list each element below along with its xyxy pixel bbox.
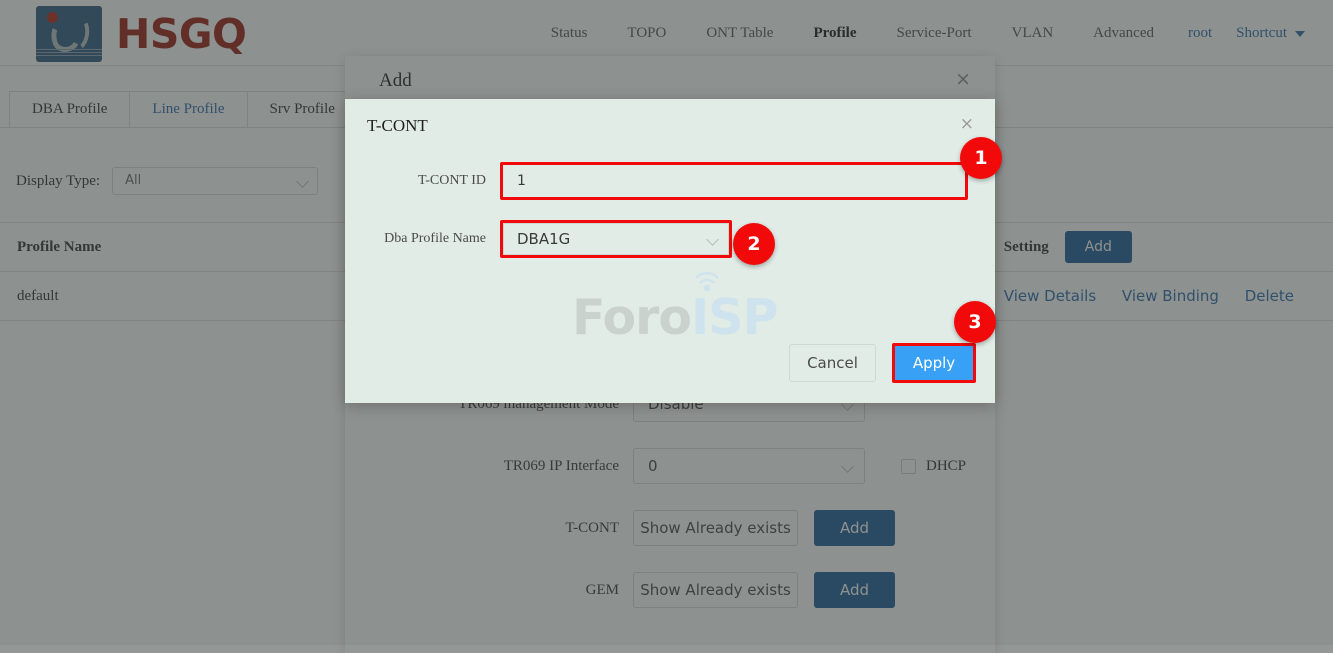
- gem-show-existing-button[interactable]: Show Already exists: [633, 572, 798, 608]
- tab-line-profile[interactable]: Line Profile: [129, 91, 248, 128]
- dba-profile-name-label: Dba Profile Name: [384, 231, 486, 246]
- add-dialog-form: TR069 management Mode Disable TR069 IP I…: [345, 386, 995, 634]
- cell-actions: View Details View Binding Delete: [986, 271, 1333, 321]
- tab-dba-profile[interactable]: DBA Profile: [9, 91, 131, 128]
- hsgq-logo-icon: [36, 6, 102, 62]
- field-tcont-id: T-CONT ID 1: [345, 162, 995, 200]
- delete-link[interactable]: Delete: [1245, 287, 1294, 305]
- gem-add-button[interactable]: Add: [814, 572, 896, 608]
- field-value: 0: [648, 457, 658, 475]
- add-profile-button[interactable]: Add: [1064, 231, 1132, 263]
- tcont-dialog-actions: Cancel Apply: [789, 343, 976, 383]
- app-window: HSGQ Status TOPO ONT Table Profile Servi…: [0, 0, 1333, 653]
- field-label: TR069 IP Interface: [503, 457, 619, 474]
- field-label: GEM: [585, 581, 619, 598]
- apply-button[interactable]: Apply: [895, 346, 973, 380]
- close-icon[interactable]: ×: [955, 70, 971, 89]
- tcont-dialog-title: T-CONT: [367, 116, 428, 135]
- close-icon[interactable]: ×: [960, 116, 974, 133]
- add-dialog-title: Add: [379, 70, 412, 91]
- chevron-down-icon: [1295, 30, 1305, 37]
- field-dba-profile-name: Dba Profile Name DBA1G: [345, 220, 995, 258]
- field-gem: GEM Show Already exists Add: [345, 572, 995, 608]
- step-badge-1: 1: [960, 137, 1002, 179]
- display-type-value: All: [125, 173, 142, 188]
- cancel-button[interactable]: Cancel: [789, 344, 876, 382]
- dhcp-label: DHCP: [926, 457, 967, 474]
- brand-name: HSGQ: [116, 9, 247, 58]
- chevron-down-icon: [296, 175, 309, 188]
- tcont-id-input[interactable]: 1: [500, 162, 968, 200]
- column-setting: Setting Add: [986, 222, 1333, 272]
- chevron-down-icon: [706, 233, 719, 246]
- dba-profile-name-select[interactable]: DBA1G: [500, 220, 732, 258]
- tr069-ip-interface-select[interactable]: 0: [633, 448, 865, 484]
- nav-shortcut-label: Shortcut: [1236, 25, 1287, 41]
- brand-logo[interactable]: HSGQ: [36, 6, 247, 62]
- overlay-bottom-strip: [0, 645, 1333, 653]
- dba-profile-name-value: DBA1G: [517, 230, 571, 248]
- display-type-label: Display Type:: [16, 172, 101, 189]
- nav-user-root[interactable]: root: [1174, 0, 1226, 66]
- view-details-link[interactable]: View Details: [1004, 287, 1096, 305]
- field-tr069-ip-interface: TR069 IP Interface 0 DHCP: [345, 448, 995, 484]
- field-label: T-CONT: [565, 519, 619, 536]
- view-binding-link[interactable]: View Binding: [1122, 287, 1219, 305]
- nav-item-vlan[interactable]: VLAN: [992, 0, 1074, 66]
- profile-tabs: DBA Profile Line Profile Srv Profile: [9, 91, 358, 128]
- tcont-show-existing-button[interactable]: Show Already exists: [633, 510, 798, 546]
- tcont-dialog-form: T-CONT ID 1 Dba Profile Name DBA1G: [345, 162, 995, 278]
- apply-button-highlight: Apply: [892, 343, 976, 383]
- tab-srv-profile[interactable]: Srv Profile: [246, 91, 358, 128]
- display-type-select[interactable]: All: [112, 167, 319, 195]
- dhcp-checkbox[interactable]: [901, 458, 916, 474]
- field-tcont: T-CONT Show Already exists Add: [345, 510, 995, 546]
- chevron-down-icon: [841, 460, 854, 473]
- dhcp-checkbox-group[interactable]: DHCP: [901, 458, 966, 475]
- nav-shortcut[interactable]: Shortcut: [1226, 0, 1317, 66]
- nav-item-advanced[interactable]: Advanced: [1073, 0, 1174, 66]
- step-badge-2: 2: [733, 223, 775, 265]
- tcont-add-button[interactable]: Add: [814, 510, 896, 546]
- tcont-id-label: T-CONT ID: [417, 173, 486, 188]
- step-badge-3: 3: [954, 301, 996, 343]
- display-type-filter: Display Type: All: [16, 167, 319, 195]
- column-setting-label: Setting: [1003, 238, 1049, 255]
- tcont-dialog: T-CONT × T-CONT ID 1 Dba Profile Name DB…: [345, 99, 995, 403]
